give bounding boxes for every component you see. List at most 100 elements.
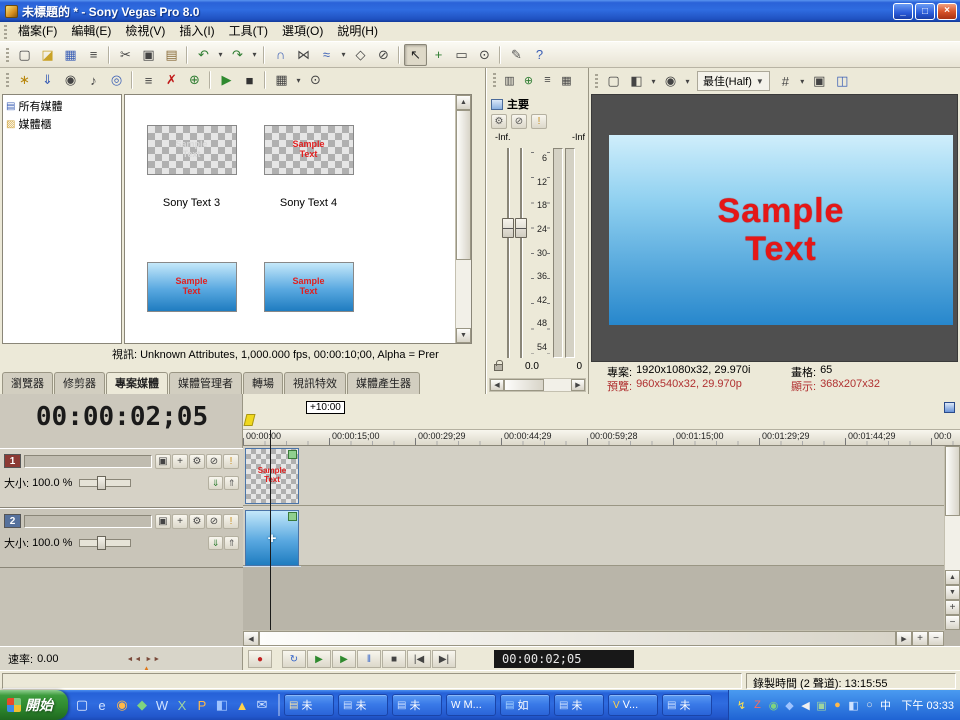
timeline-event-text[interactable]: Sample Text	[245, 448, 299, 504]
tab-explorer[interactable]: 瀏覽器	[2, 372, 53, 394]
close-button[interactable]: ×	[937, 3, 957, 20]
menu-file[interactable]: 檔案(F)	[11, 22, 64, 41]
quicklaunch-excel-icon[interactable]: X	[174, 698, 190, 713]
media-item-6[interactable]: Sample Text	[250, 262, 367, 344]
quicklaunch-powerpoint-icon[interactable]: P	[194, 698, 210, 713]
undo-icon[interactable]: ↶	[192, 44, 215, 66]
track-level-slider[interactable]	[79, 539, 131, 547]
track-level-slider[interactable]	[79, 479, 131, 487]
track-lane-2[interactable]	[243, 506, 944, 566]
menu-options[interactable]: 選項(O)	[275, 22, 330, 41]
taskbar-button-2[interactable]: ▤ 未	[338, 694, 388, 716]
project-properties-icon[interactable]: ≡	[82, 44, 105, 66]
stop-preview-icon[interactable]: ■	[238, 69, 261, 91]
overlays-grid-icon[interactable]: #	[774, 70, 797, 92]
views-dropdown-icon[interactable]: ▾	[293, 69, 304, 91]
capture-video-icon[interactable]: ◉	[59, 69, 82, 91]
tray-safely-remove-icon[interactable]: ◧	[847, 699, 860, 712]
auto-crossfade-icon[interactable]: ⋈	[292, 44, 315, 66]
overlays-dropdown-icon[interactable]: ▾	[797, 70, 808, 92]
insert-assignable-fx-icon[interactable]: ⊕	[519, 71, 538, 89]
search-media-icon[interactable]: ⊙	[304, 69, 327, 91]
bypass-motion-blur-icon[interactable]: ▣	[155, 514, 171, 529]
scrollbar-thumb[interactable]	[456, 110, 471, 260]
open-icon[interactable]: ◪	[36, 44, 59, 66]
views-icon[interactable]: ▦	[270, 69, 293, 91]
tray-update-icon[interactable]: ●	[831, 699, 844, 711]
remove-media-icon[interactable]: ✗	[160, 69, 183, 91]
scrollbar-thumb[interactable]	[945, 446, 960, 516]
track-fx-icon[interactable]: ⚙	[189, 454, 205, 469]
track-mute-icon[interactable]: ⊘	[206, 514, 222, 529]
get-media-from-web-icon[interactable]: ◎	[105, 69, 128, 91]
tab-trimmer[interactable]: 修剪器	[54, 372, 105, 394]
event-fx-badge[interactable]	[288, 450, 297, 459]
menu-insert[interactable]: 插入(I)	[172, 22, 221, 41]
media-item-5[interactable]: Sample Text	[133, 262, 250, 344]
go-to-end-button[interactable]: ▶|	[432, 650, 456, 668]
tray-clock-sync-icon[interactable]: ○	[863, 699, 876, 711]
master-fader-right[interactable]	[515, 218, 527, 238]
auto-ripple-dropdown-icon[interactable]: ▾	[338, 44, 349, 66]
auto-ripple-icon[interactable]: ≈	[315, 44, 338, 66]
slider-handle[interactable]	[97, 476, 106, 490]
dock-pin-icon[interactable]	[944, 402, 955, 413]
media-properties-icon[interactable]: ≡	[137, 69, 160, 91]
media-generators-icon[interactable]: ∗	[13, 69, 36, 91]
time-ruler[interactable]: 00:00:0000:00:15;0000:00:29;2900:00:44;2…	[243, 430, 960, 446]
media-fx-icon[interactable]: ⊕	[183, 69, 206, 91]
quicklaunch-media-player-icon[interactable]: ◉	[114, 697, 130, 713]
quicklaunch-vegas-icon[interactable]: ▲	[234, 698, 250, 713]
zoom-in-track-height-icon[interactable]: +	[945, 600, 960, 615]
zoom-out-track-height-icon[interactable]: −	[945, 615, 960, 630]
split-screen-view-icon[interactable]: ◧	[625, 70, 648, 92]
quicklaunch-show-desktop-icon[interactable]: ▢	[74, 697, 90, 713]
tab-transitions[interactable]: 轉場	[243, 372, 283, 394]
track-name-field[interactable]	[24, 515, 152, 528]
zoom-out-time-icon[interactable]: −	[928, 631, 944, 646]
quicklaunch-ie-icon[interactable]: e	[94, 698, 110, 713]
tray-ime-icon[interactable]: 中	[879, 697, 892, 713]
marker-bar[interactable]: +10:00	[243, 394, 960, 430]
track-lane-1[interactable]	[243, 446, 944, 506]
play-button[interactable]: ▶	[332, 650, 356, 668]
scroll-up-icon[interactable]: ▲	[945, 570, 960, 585]
master-fader-left[interactable]	[502, 218, 514, 238]
timeline-vertical-scrollbar[interactable]: ▲ ▼ + −	[944, 446, 960, 630]
menu-help[interactable]: 說明(H)	[330, 22, 385, 41]
split-screen-dropdown-icon[interactable]: ▾	[648, 70, 659, 92]
insert-audio-bus-icon[interactable]: ▥	[500, 71, 519, 89]
track-mute-icon[interactable]: ⊘	[206, 454, 222, 469]
track-solo-icon[interactable]: !	[223, 514, 239, 529]
tray-lightning-icon[interactable]: ↯	[735, 699, 748, 712]
taskbar-button-4[interactable]: W M...	[446, 694, 496, 716]
menu-view[interactable]: 檢視(V)	[118, 22, 172, 41]
timeline-event-gradient[interactable]: +	[245, 510, 299, 566]
scroll-right-icon[interactable]: ▶	[571, 379, 585, 391]
maximize-button[interactable]: □	[915, 3, 935, 20]
copy-snapshot-icon[interactable]: ▣	[808, 70, 831, 92]
menu-tools[interactable]: 工具(T)	[222, 22, 275, 41]
lock-envelopes-icon[interactable]: ◇	[349, 44, 372, 66]
tab-video-fx[interactable]: 視訊特效	[284, 372, 346, 394]
track-header-1[interactable]: 1 ▣+⚙⊘! 大小: 100.0 % ⇓⇑	[0, 448, 243, 508]
tab-project-media[interactable]: 專案媒體	[106, 372, 168, 394]
timeline-horizontal-scrollbar[interactable]: ◀ ▶ + −	[243, 630, 944, 646]
composite-mode-icon[interactable]: ⇓	[208, 476, 223, 490]
pause-button[interactable]: ‖	[357, 650, 381, 668]
selection-edit-tool-icon[interactable]: ▭	[450, 44, 473, 66]
media-item-sony-text-4[interactable]: Sample Text Sony Text 4	[250, 125, 367, 210]
normal-edit-tool-icon[interactable]: ↖	[404, 44, 427, 66]
taskbar-button-7[interactable]: V V...	[608, 694, 658, 716]
preview-quality-icon[interactable]: ◉	[659, 70, 682, 92]
quicklaunch-photoshop-icon[interactable]: ◧	[214, 697, 230, 713]
bypass-motion-blur-icon[interactable]: ▣	[155, 454, 171, 469]
save-icon[interactable]: ▦	[59, 44, 82, 66]
save-snapshot-icon[interactable]: ◫	[831, 70, 854, 92]
tray-zonealarm-icon[interactable]: Z	[751, 699, 764, 711]
mixer-scrollbar[interactable]: ◀ ▶	[489, 378, 586, 392]
taskbar-button-8[interactable]: ▤ 未	[662, 694, 712, 716]
taskbar-button-1[interactable]: ▤ 未	[284, 694, 334, 716]
shuttle-left-icon[interactable]: ◄◄	[126, 656, 142, 663]
master-fx-icon[interactable]: ⚙	[491, 114, 507, 129]
